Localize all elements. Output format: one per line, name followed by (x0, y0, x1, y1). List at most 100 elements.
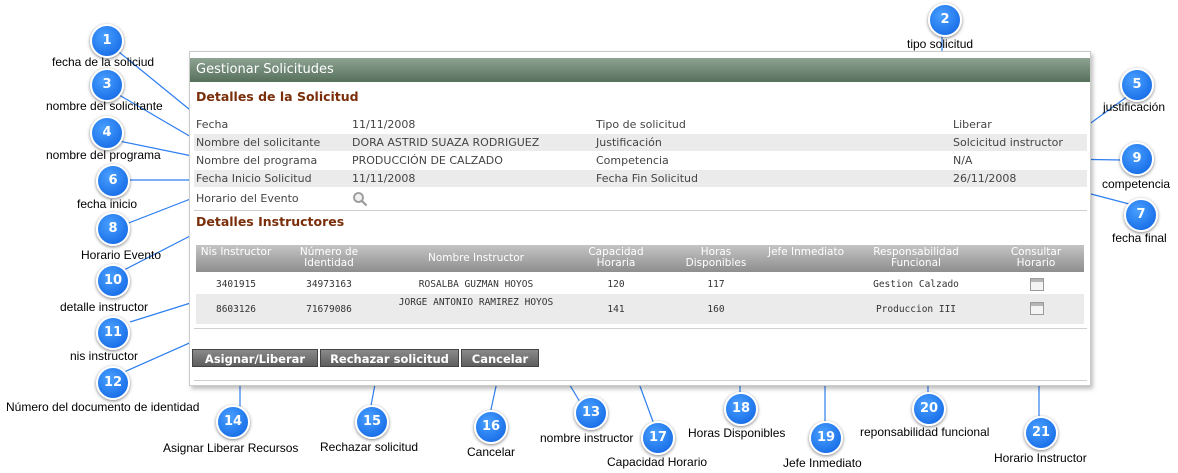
header-name: Nombre Instructor (428, 252, 524, 264)
callout-label-8: Horario Evento (81, 248, 162, 262)
header-responsibility: Responsabilidad Funcional (873, 246, 959, 269)
justificacion-value: Solcicitud instructor (953, 136, 1063, 149)
callout-label-13: nombre instructor (540, 431, 634, 445)
capacity-cell: 120 (607, 279, 625, 290)
callout-badge-3: 3 (90, 68, 124, 102)
callout-badge-19: 19 (809, 421, 843, 455)
request-details-heading: Detalles de la Solicitud (196, 89, 359, 104)
programa-label: Nombre del programa (196, 154, 318, 167)
responsibility-cell: Produccion III (875, 304, 957, 315)
responsibility-cell: Gestion Calzado (873, 279, 959, 290)
callout-label-6: fecha inicio (77, 197, 138, 211)
cancel-button[interactable]: Cancelar (461, 349, 539, 367)
callout-badge-5: 5 (1120, 68, 1154, 102)
header-boss: Jefe Inmediato (767, 246, 845, 258)
nombre-value: DORA ASTRID SUAZA RODRIGUEZ (352, 136, 540, 149)
row-fechas: Fecha Inicio Solicitud 11/11/2008 Fecha … (194, 170, 1087, 187)
callout-label-14: Asignar Liberar Recursos (163, 441, 299, 455)
callout-label-1: fecha de la soliciud (52, 55, 155, 69)
fin-label: Fecha Fin Solicitud (596, 172, 698, 185)
callout-label-4: nombre del programa (46, 148, 161, 162)
callout-badge-16: 16 (474, 410, 508, 444)
section-divider (194, 210, 1087, 211)
callout-badge-15: 15 (355, 405, 389, 439)
callout-label-2: tipo solicitud (907, 37, 974, 51)
header-identity: Número de Identidad (299, 246, 359, 269)
assign-release-button[interactable]: Asignar/Liberar (192, 349, 318, 367)
callout-label-7: fecha final (1112, 231, 1167, 245)
calendar-icon[interactable] (1030, 302, 1044, 315)
row-programa: Nombre del programa PRODUCCIÓN DE CALZAD… (194, 152, 1087, 169)
inicio-label: Fecha Inicio Solicitud (196, 172, 312, 185)
callout-label-19: Jefe Inmediato (783, 456, 862, 470)
callout-label-16: Cancelar (467, 445, 516, 459)
header-schedule: Consultar Horario (1010, 246, 1062, 269)
callout-badge-2: 2 (928, 3, 962, 37)
justificacion-label: Justificación (596, 136, 662, 149)
table-row: 3401915 34973163 ROSALBA GUZMAN HOYOS 12… (196, 274, 1084, 294)
callout-badge-6: 6 (96, 164, 130, 198)
callout-label-9: competencia (1102, 177, 1171, 191)
competencia-label: Competencia (596, 154, 669, 167)
row-fecha: Fecha 11/11/2008 Tipo de solicitud Liber… (194, 116, 1087, 133)
callout-label-21: Horario Instructor (994, 451, 1087, 465)
callout-label-18: Horas Disponibles (688, 426, 786, 440)
hours-cell: 117 (707, 279, 725, 290)
callout-badge-12: 12 (96, 366, 130, 400)
callout-badge-20: 20 (912, 392, 946, 426)
row-nombre: Nombre del solicitante DORA ASTRID SUAZA… (194, 134, 1087, 151)
search-icon[interactable] (352, 191, 368, 212)
callout-label-17: Capacidad Horario (607, 455, 708, 469)
inicio-value: 11/11/2008 (352, 172, 416, 185)
header-nis: Nis Instructor (200, 246, 272, 258)
identity-cell: 71679086 (306, 304, 352, 315)
callout-badge-21: 21 (1024, 416, 1058, 450)
callout-label-15: Rechazar solicitud (320, 440, 419, 454)
manage-requests-panel: Gestionar Solicitudes Detalles de la Sol… (189, 51, 1091, 386)
row-horario: Horario del Evento (194, 190, 1087, 207)
callout-label-20: reponsabilidad funcional (860, 425, 990, 439)
tipo-value: Liberar (953, 118, 992, 131)
nis-cell: 3401915 (215, 279, 257, 290)
reject-request-button[interactable]: Rechazar solicitud (320, 349, 459, 367)
callout-label-11: nis instructor (70, 349, 139, 363)
panel-bottom-border (194, 380, 1087, 381)
header-capacity: Capacidad Horaria (588, 246, 644, 269)
nombre-label: Nombre del solicitante (196, 136, 321, 149)
name-cell: JORGE ANTONIO RAMIREZ HOYOS (398, 297, 554, 308)
instructors-table-header: Nis Instructor Número de Identidad Nombr… (196, 245, 1084, 272)
instructors-details-heading: Detalles Instructores (196, 214, 345, 229)
competencia-value: N/A (953, 154, 973, 167)
table-row: 8603126 71679086 JORGE ANTONIO RAMIREZ H… (196, 294, 1084, 324)
fecha-value: 11/11/2008 (352, 118, 416, 131)
callout-label-10: detalle instructor (60, 300, 149, 314)
programa-value: PRODUCCIÓN DE CALZADO (352, 154, 503, 167)
callout-label-5: justificación (1103, 100, 1166, 114)
callout-label-12: Número del documento de identidad (6, 400, 200, 414)
identity-cell: 34973163 (306, 279, 352, 290)
horario-label: Horario del Evento (196, 192, 299, 205)
nis-cell: 8603126 (215, 304, 257, 315)
callout-label-3: nombre del solicitante (46, 99, 163, 113)
callout-badge-11: 11 (96, 316, 130, 350)
callout-badge-10: 10 (96, 264, 130, 298)
hours-cell: 160 (707, 304, 725, 315)
panel-title: Gestionar Solicitudes (190, 58, 1090, 82)
callout-badge-1: 1 (90, 24, 124, 58)
callout-badge-9: 9 (1120, 142, 1154, 176)
fecha-label: Fecha (196, 118, 229, 131)
callout-badge-14: 14 (216, 405, 250, 439)
callout-badge-7: 7 (1124, 198, 1158, 232)
callout-badge-13: 13 (574, 396, 608, 430)
callout-badge-18: 18 (724, 392, 758, 426)
table-bottom-divider (194, 328, 1087, 329)
callout-badge-4: 4 (90, 116, 124, 150)
calendar-icon[interactable] (1030, 278, 1044, 291)
fin-value: 26/11/2008 (953, 172, 1017, 185)
header-hours: Horas Disponibles (685, 246, 747, 269)
callout-badge-8: 8 (96, 212, 130, 246)
name-cell: ROSALBA GUZMAN HOYOS (418, 279, 534, 290)
capacity-cell: 141 (607, 304, 625, 315)
callout-badge-17: 17 (641, 421, 675, 455)
tipo-label: Tipo de solicitud (596, 118, 686, 131)
